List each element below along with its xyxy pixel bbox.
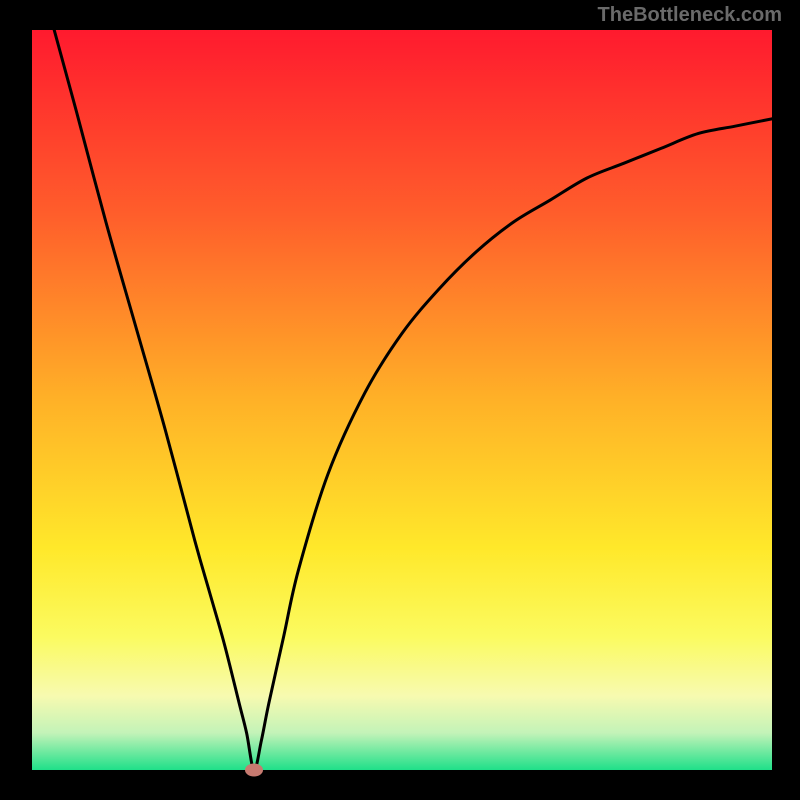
marker-dot xyxy=(245,764,263,777)
chart-plot-area xyxy=(32,30,772,770)
chart-curve-layer xyxy=(32,30,772,770)
watermark-label: TheBottleneck.com xyxy=(598,4,782,27)
bottleneck-curve xyxy=(54,30,772,770)
